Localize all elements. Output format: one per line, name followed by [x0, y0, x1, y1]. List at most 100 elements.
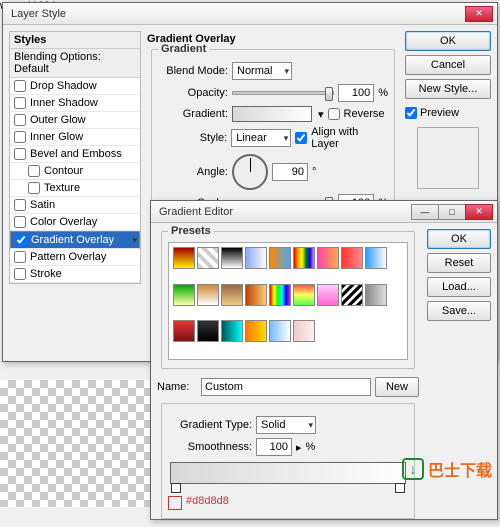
style-item[interactable]: Contour — [10, 163, 140, 180]
style-item[interactable]: Drop Shadow — [10, 78, 140, 95]
preset-swatch[interactable] — [221, 284, 243, 306]
preset-swatch[interactable] — [365, 284, 387, 306]
style-checkbox[interactable] — [15, 234, 27, 246]
preset-swatch[interactable] — [293, 284, 315, 306]
preset-swatch[interactable] — [317, 284, 339, 306]
load-button[interactable]: Load... — [427, 277, 491, 297]
style-select[interactable]: Linear — [231, 129, 291, 147]
pct-label: % — [306, 441, 316, 453]
angle-dial[interactable] — [232, 154, 268, 190]
style-checkbox[interactable] — [14, 199, 26, 211]
preset-swatch[interactable] — [173, 284, 195, 306]
style-item[interactable]: Stroke — [10, 266, 140, 283]
style-checkbox[interactable] — [14, 251, 26, 263]
minimize-icon[interactable]: — — [411, 204, 439, 220]
type-select[interactable]: Solid — [256, 416, 316, 434]
ok-button[interactable]: OK — [427, 229, 491, 249]
window-title: Gradient Editor — [155, 206, 412, 218]
reverse-checkbox[interactable] — [328, 108, 340, 120]
save-button[interactable]: Save... — [427, 301, 491, 321]
preset-swatch[interactable] — [317, 247, 339, 269]
name-input[interactable] — [201, 378, 371, 396]
angle-label: Angle: — [158, 166, 228, 178]
preset-swatch[interactable] — [341, 284, 363, 306]
style-checkbox[interactable] — [14, 97, 26, 109]
preset-swatch[interactable] — [293, 247, 315, 269]
style-checkbox[interactable] — [14, 268, 26, 280]
opacity-slider[interactable] — [232, 91, 334, 95]
style-item[interactable]: Inner Glow — [10, 129, 140, 146]
preset-swatch[interactable] — [269, 247, 291, 269]
stop-color-hex: #d8d8d8 — [186, 495, 229, 507]
color-stop[interactable] — [171, 483, 181, 493]
style-item[interactable]: Color Overlay — [10, 214, 140, 231]
style-item[interactable]: Bevel and Emboss — [10, 146, 140, 163]
align-checkbox[interactable] — [295, 132, 307, 144]
close-icon[interactable]: ✕ — [465, 204, 493, 220]
preset-swatch[interactable] — [341, 247, 363, 269]
style-label: Inner Glow — [30, 131, 83, 143]
deg-label: ° — [312, 166, 316, 178]
preset-swatch[interactable] — [221, 247, 243, 269]
gradient-bar[interactable] — [170, 462, 406, 484]
blend-mode-select[interactable]: Normal — [232, 62, 292, 80]
smoothness-label: Smoothness: — [168, 441, 252, 453]
new-style-button[interactable]: New Style... — [405, 79, 491, 99]
preset-swatch[interactable] — [173, 320, 195, 342]
preset-swatch[interactable] — [221, 320, 243, 342]
preset-swatch[interactable] — [245, 284, 267, 306]
blending-header[interactable]: Blending Options: Default — [10, 49, 140, 78]
ok-button[interactable]: OK — [405, 31, 491, 51]
preset-swatch[interactable] — [245, 320, 267, 342]
maximize-icon[interactable]: □ — [438, 204, 466, 220]
preset-swatch[interactable] — [197, 284, 219, 306]
gradient-swatch[interactable] — [232, 106, 312, 122]
align-label: Align with Layer — [311, 126, 388, 150]
close-icon[interactable]: ✕ — [465, 6, 493, 22]
style-label: Bevel and Emboss — [30, 148, 122, 160]
preset-swatch[interactable] — [197, 320, 219, 342]
style-checkbox[interactable] — [14, 131, 26, 143]
style-label: Style: — [158, 132, 227, 144]
styles-header[interactable]: Styles — [10, 32, 140, 49]
titlebar[interactable]: Layer Style ✕ — [3, 3, 497, 25]
preset-swatch[interactable] — [245, 247, 267, 269]
style-item[interactable]: Texture — [10, 180, 140, 197]
style-checkbox[interactable] — [14, 114, 26, 126]
style-label: Pattern Overlay — [30, 251, 106, 263]
preset-swatch[interactable] — [269, 284, 291, 306]
style-checkbox[interactable] — [14, 216, 26, 228]
reset-button[interactable]: Reset — [427, 253, 491, 273]
styles-list: Styles Blending Options: Default Drop Sh… — [9, 31, 141, 284]
cancel-button[interactable]: Cancel — [405, 55, 491, 75]
style-checkbox[interactable] — [28, 165, 40, 177]
style-item[interactable]: Outer Glow — [10, 112, 140, 129]
preset-swatch[interactable] — [365, 247, 387, 269]
style-label: Texture — [44, 182, 80, 194]
style-checkbox[interactable] — [14, 80, 26, 92]
color-stop[interactable] — [395, 483, 405, 493]
watermark: 巴士下载 — [402, 457, 492, 481]
opacity-value[interactable]: 100 — [338, 84, 374, 102]
style-label: Contour — [44, 165, 83, 177]
angle-value[interactable]: 90 — [272, 163, 308, 181]
stop-color-chip[interactable] — [168, 496, 182, 510]
style-checkbox[interactable] — [28, 182, 40, 194]
canvas-checkerboard — [0, 380, 160, 507]
preset-swatch[interactable] — [197, 247, 219, 269]
style-item[interactable]: Gradient Overlay — [10, 231, 140, 249]
style-checkbox[interactable] — [14, 148, 26, 160]
preview-checkbox[interactable] — [405, 107, 417, 119]
preset-swatch[interactable] — [293, 320, 315, 342]
new-button[interactable]: New — [375, 377, 419, 397]
style-label: Gradient Overlay — [31, 232, 114, 248]
style-item[interactable]: Pattern Overlay — [10, 249, 140, 266]
style-item[interactable]: Inner Shadow — [10, 95, 140, 112]
panel-subtitle: Gradient — [158, 43, 209, 55]
preset-swatch[interactable] — [173, 247, 195, 269]
titlebar[interactable]: Gradient Editor — □ ✕ — [151, 201, 497, 223]
presets-label: Presets — [168, 225, 214, 237]
preset-swatch[interactable] — [269, 320, 291, 342]
style-item[interactable]: Satin — [10, 197, 140, 214]
smoothness-value[interactable]: 100 — [256, 438, 292, 456]
